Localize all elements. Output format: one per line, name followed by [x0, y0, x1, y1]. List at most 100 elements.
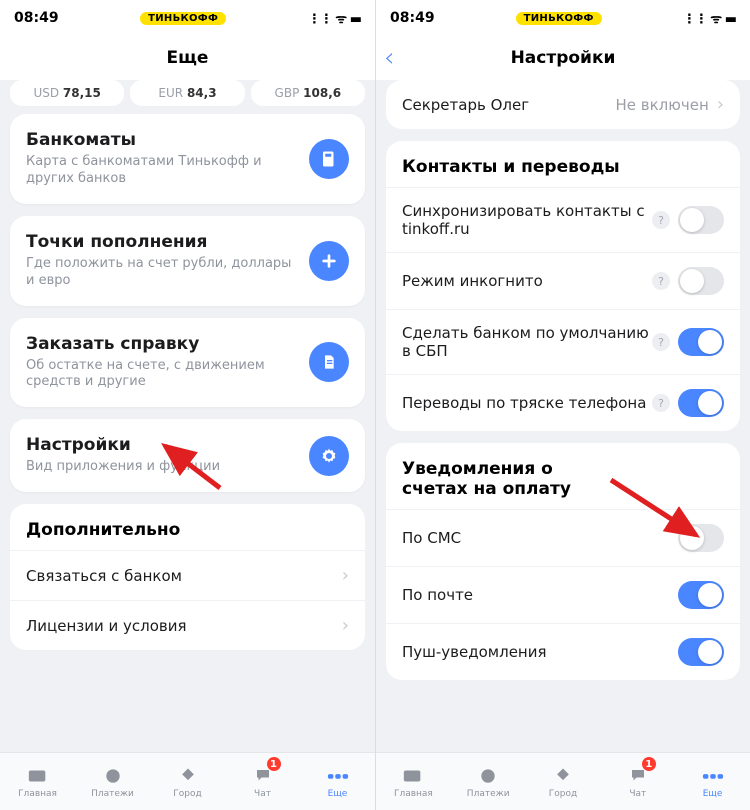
- currency-usd[interactable]: USD 78,15: [10, 80, 124, 106]
- section-head: Уведомления о счетах на оплату: [386, 443, 606, 509]
- toggle-sms[interactable]: [678, 524, 724, 552]
- doc-icon: [309, 342, 349, 382]
- help-icon[interactable]: ?: [652, 272, 670, 290]
- tab-chat[interactable]: 1Чат: [225, 753, 300, 810]
- currency-gbp[interactable]: GBP 108,6: [251, 80, 365, 106]
- tabbar: Главная Платежи Город 1Чат Еще: [0, 752, 375, 810]
- section-contacts: Контакты и переводы Синхронизировать кон…: [386, 141, 740, 431]
- status-bar: 08:49 ТИНЬКОФФ ⋮⋮ ᯤ ▬: [0, 0, 375, 36]
- card-topup[interactable]: Точки пополненияГде положить на счет руб…: [10, 216, 365, 306]
- badge-chat: 1: [267, 757, 281, 771]
- content-left[interactable]: USD 78,15 EUR 84,3 GBP 108,6 Банкоматы Ка…: [0, 80, 375, 752]
- home-icon: [402, 765, 424, 787]
- tab-chat[interactable]: 1Чат: [600, 753, 675, 810]
- back-button[interactable]: ‹: [384, 43, 394, 73]
- page-title: Еще: [167, 48, 209, 68]
- atm-icon: [309, 139, 349, 179]
- card-title: Заказать справку: [26, 334, 297, 354]
- row-label: Режим инкогнито: [402, 272, 652, 290]
- card-statement[interactable]: Заказать справку Об остатке на счете, с д…: [10, 318, 365, 408]
- card-sub: Карта с банкоматами Тинькофф и других ба…: [26, 154, 297, 188]
- brand-pill: ТИНЬКОФФ: [140, 12, 226, 25]
- tab-city[interactable]: Город: [526, 753, 601, 810]
- badge-chat: 1: [642, 757, 656, 771]
- time: 08:49: [14, 10, 59, 26]
- row-push: Пуш-уведомления: [386, 623, 740, 680]
- cellular-icon: ⋮⋮: [308, 12, 332, 27]
- row-contact-bank[interactable]: Связаться с банком ›: [10, 550, 365, 600]
- more-icon: [702, 765, 724, 787]
- phone-right: 08:49 ТИНЬКОФФ ⋮⋮ ᯤ ▬ ‹ Настройки Секрет…: [375, 0, 750, 810]
- chevron-right-icon: ›: [342, 615, 349, 636]
- cellular-icon: ⋮⋮: [683, 12, 707, 27]
- navbar: ‹ Настройки: [376, 36, 750, 80]
- row-label: По почте: [402, 586, 678, 604]
- toggle-push[interactable]: [678, 638, 724, 666]
- section-secretary: Секретарь Олег Не включен ›: [386, 80, 740, 129]
- tab-more[interactable]: Еще: [675, 753, 750, 810]
- status-icons: ⋮⋮ ᯤ ▬: [683, 9, 736, 27]
- row-label: По СМС: [402, 529, 678, 547]
- row-label: Синхронизировать контакты с tinkoff.ru: [402, 202, 652, 238]
- tab-more[interactable]: Еще: [300, 753, 375, 810]
- city-icon: [177, 765, 199, 787]
- section-extra: Дополнительно Связаться с банком › Лицен…: [10, 504, 365, 650]
- toggle-incognito[interactable]: [678, 267, 724, 295]
- toggle-email[interactable]: [678, 581, 724, 609]
- tab-city[interactable]: Город: [150, 753, 225, 810]
- tab-home[interactable]: Главная: [376, 753, 451, 810]
- row-default-bank: Сделать банком по умолчанию в СБП ?: [386, 309, 740, 374]
- card-atms[interactable]: Банкоматы Карта с банкоматами Тинькофф и …: [10, 114, 365, 204]
- page-title: Настройки: [511, 48, 616, 68]
- row-label: Переводы по тряске телефона: [402, 394, 652, 412]
- currency-eur[interactable]: EUR 84,3: [130, 80, 244, 106]
- battery-icon: ▬: [725, 12, 736, 27]
- brand-pill: ТИНЬКОФФ: [516, 12, 602, 25]
- chevron-right-icon: ›: [717, 94, 724, 115]
- section-notifications: Уведомления о счетах на оплату По СМС По…: [386, 443, 740, 680]
- row-label: Пуш-уведомления: [402, 643, 678, 661]
- row-label: Связаться с банком: [26, 567, 182, 585]
- status-icons: ⋮⋮ ᯤ ▬: [308, 9, 361, 27]
- row-status: Не включен: [616, 96, 709, 114]
- pay-icon: [102, 765, 124, 787]
- tab-payments[interactable]: Платежи: [451, 753, 526, 810]
- more-icon: [327, 765, 349, 787]
- chevron-right-icon: ›: [342, 565, 349, 586]
- help-icon[interactable]: ?: [652, 211, 670, 229]
- row-label: Секретарь Олег: [402, 96, 529, 114]
- section-head: Дополнительно: [10, 504, 365, 550]
- section-head: Контакты и переводы: [386, 141, 740, 187]
- card-sub: Об остатке на счете, с движением средств…: [26, 358, 297, 392]
- row-label: Сделать банком по умолчанию в СБП: [402, 324, 652, 360]
- help-icon[interactable]: ?: [652, 394, 670, 412]
- tab-payments[interactable]: Платежи: [75, 753, 150, 810]
- currency-row: USD 78,15 EUR 84,3 GBP 108,6: [10, 80, 365, 106]
- navbar: Еще: [0, 36, 375, 80]
- wifi-icon: ᯤ: [335, 12, 346, 27]
- content-right[interactable]: Секретарь Олег Не включен › Контакты и пе…: [376, 80, 750, 752]
- card-sub: Вид приложения и функции: [26, 459, 297, 476]
- toggle-sync[interactable]: [678, 206, 724, 234]
- card-settings[interactable]: НастройкиВид приложения и функции: [10, 419, 365, 492]
- pay-icon: [477, 765, 499, 787]
- row-shake: Переводы по тряске телефона ?: [386, 374, 740, 431]
- toggle-shake[interactable]: [678, 389, 724, 417]
- toggle-default-bank[interactable]: [678, 328, 724, 356]
- row-licenses[interactable]: Лицензии и условия ›: [10, 600, 365, 650]
- row-secretary[interactable]: Секретарь Олег Не включен ›: [386, 80, 740, 129]
- row-sms: По СМС: [386, 509, 740, 566]
- city-icon: [552, 765, 574, 787]
- plus-icon: [309, 241, 349, 281]
- row-incognito: Режим инкогнито ?: [386, 252, 740, 309]
- card-title: Точки пополнения: [26, 232, 297, 252]
- help-icon[interactable]: ?: [652, 333, 670, 351]
- tabbar: Главная Платежи Город 1Чат Еще: [376, 752, 750, 810]
- tab-home[interactable]: Главная: [0, 753, 75, 810]
- status-bar: 08:49 ТИНЬКОФФ ⋮⋮ ᯤ ▬: [376, 0, 750, 36]
- card-title: Банкоматы: [26, 130, 297, 150]
- battery-icon: ▬: [350, 12, 361, 27]
- time: 08:49: [390, 10, 435, 26]
- wifi-icon: ᯤ: [710, 12, 721, 27]
- row-email: По почте: [386, 566, 740, 623]
